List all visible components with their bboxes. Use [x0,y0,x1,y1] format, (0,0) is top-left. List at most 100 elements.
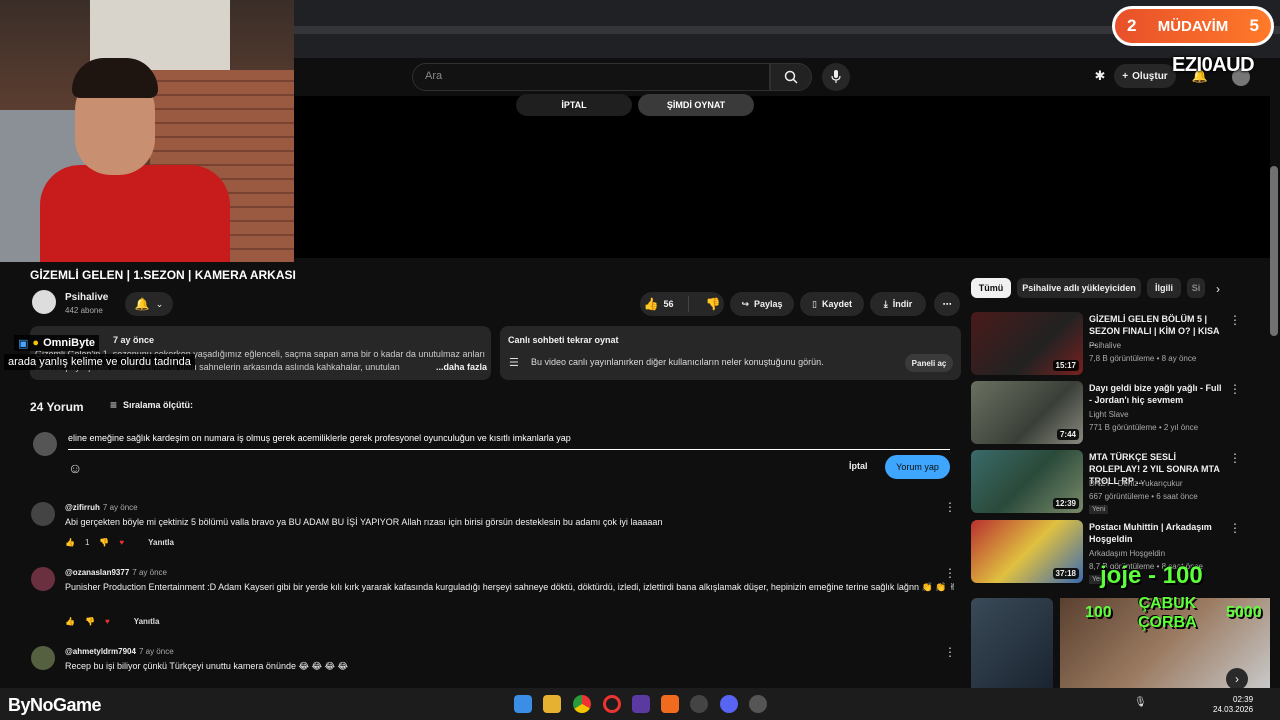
streamer-tag: EZI0AUD [1172,54,1255,76]
search-input[interactable]: Ara [412,63,770,91]
sort-button[interactable]: ≡ Sıralama ölçütü: [110,398,193,412]
more-vertical-icon[interactable]: ⋮ [1229,382,1241,396]
suggested-channel[interactable]: Arkadaşım Hoşgeldin [1089,549,1165,558]
thumbs-down-icon[interactable]: 👎 [99,538,109,547]
more-vertical-icon[interactable]: ⋮ [1229,451,1241,465]
create-label: Oluştur [1132,70,1168,82]
mudavim-left-count: 2 [1127,16,1137,35]
bookmark-icon: ▯ [812,298,817,309]
suggested-thumbnail[interactable]: 7:44 [971,381,1083,444]
channel-avatar[interactable] [32,290,56,314]
suggested-thumbnail[interactable]: 12:39 [971,450,1083,513]
new-badge: Yeni [1089,505,1109,514]
chevron-right-icon[interactable]: › [1216,282,1220,296]
suggested-meta: 771 B görüntüleme • 2 yıl önce [1089,423,1199,432]
search-button[interactable] [770,63,812,91]
thumbs-down-icon[interactable]: 👎 [706,297,721,311]
emoji-icon[interactable]: ☺ [68,460,82,476]
reply-button[interactable]: Yanıtla [134,617,160,626]
suggested-channel[interactable]: Light Slave [1089,410,1129,419]
comment-more-icon[interactable]: ⋮ [944,566,956,580]
comment-text: Punisher Production Entertainment :D Ada… [65,582,957,592]
autoplay-cancel-button[interactable]: İPTAL [516,94,632,116]
chip-related[interactable]: İlgili [1147,278,1181,298]
comment-more-icon[interactable]: ⋮ [944,500,956,514]
webcam-overlay [0,0,294,262]
thumbs-up-icon[interactable]: 👍 [65,617,75,626]
shorts-icon[interactable]: ✱ [1090,66,1110,86]
suggested-channel[interactable]: DNZY - Deniz Yukarıçukur [1089,479,1183,488]
file-explorer-icon[interactable] [543,695,561,713]
comment-author[interactable]: @ozanaslan9377 7 ay önce [65,568,167,577]
autoplay-play-now-button[interactable]: ŞİMDİ OYNAT [638,94,754,116]
like-count: 56 [663,299,674,309]
share-button[interactable]: ↪ Paylaş [730,292,794,316]
my-avatar [33,432,57,456]
comment-actions: 👍 1 👎 ♥ Yanıtla [65,538,174,547]
comment-text: Recep bu işi biliyor çünkü Türkçeyi unut… [65,661,349,671]
sort-icon: ≡ [110,398,118,412]
search-icon [784,70,798,84]
obs-icon[interactable] [749,695,767,713]
comment-more-icon[interactable]: ⋮ [944,645,956,659]
thumbs-up-icon[interactable]: 👍 [65,538,75,547]
save-label: Kaydet [821,299,852,309]
chatgpt-icon[interactable] [690,695,708,713]
chip-all[interactable]: Tümü [971,278,1011,298]
opera-icon[interactable] [603,695,621,713]
open-panel-button[interactable]: Paneli aç [905,354,953,372]
bell-icon: 🔔 [134,297,150,311]
windows-start-icon[interactable] [514,695,532,713]
subscribe-bell-button[interactable]: 🔔 ⌄ [125,292,173,316]
chip-from-uploader[interactable]: Psihalive adlı yükleyiciden [1017,278,1141,298]
brave-icon[interactable] [661,695,679,713]
share-icon: ↪ [741,298,749,309]
suggested-meta: 667 görüntüleme • 6 saat önce [1089,492,1198,501]
like-divider [688,296,689,312]
description-more-link[interactable]: ...daha fazla [432,362,488,372]
description-date: 7 ay önce [113,335,155,345]
system-clock[interactable]: 02:39 24.03.2026 [1213,695,1253,715]
like-button[interactable]: 👍 56 👎 [640,292,724,316]
page-scrollbar[interactable] [1270,166,1278,336]
app-icon[interactable] [632,695,650,713]
comment-cancel-button[interactable]: İptal [849,461,868,471]
suggested-title[interactable]: Dayı geldi bize yağlı yağlı - Full - Jor… [1089,382,1224,406]
chrome-icon[interactable] [573,695,591,713]
suggested-thumbnail[interactable]: 37:18 [971,520,1083,583]
comment-input[interactable]: eline emeğine sağlık kardeşim on numara … [68,432,950,450]
mic-icon [831,70,841,83]
comment-author[interactable]: @ahmetyldrm7904 7 ay önce [65,647,174,656]
suggested-thumbnail[interactable]: 15:17 [971,312,1083,375]
thumbs-down-icon[interactable]: 👎 [85,617,95,626]
more-vertical-icon[interactable]: ⋮ [1229,313,1241,327]
live-chat-text: Bu video canlı yayınlanırken diğer kulla… [531,357,824,367]
comment-author[interactable]: @zifirruh 7 ay önce [65,503,138,512]
download-icon: ⤓ [883,298,888,309]
voice-search-button[interactable] [822,63,850,91]
discord-icon[interactable] [720,695,738,713]
chat-icon: ☰ [509,357,519,369]
comment-post-button[interactable]: Yorum yap [885,455,950,479]
suggested-thumbnail[interactable] [971,598,1053,688]
chevron-down-icon: ⌄ [155,298,164,309]
chevron-right-icon[interactable]: › [1226,668,1248,690]
search-placeholder: Ara [425,70,443,82]
more-vertical-icon[interactable]: ⋮ [1229,521,1241,535]
suggested-title[interactable]: Postacı Muhittin | Arkadaşım Hoşgeldin [1089,521,1224,545]
badge-icon: ● [32,337,40,349]
save-button[interactable]: ▯ Kaydet [800,292,864,316]
reward-right-count: 5000 [1226,604,1262,621]
create-button[interactable]: + Oluştur [1114,64,1176,88]
download-button[interactable]: ⤓ İndir [870,292,926,316]
mic-tray-icon[interactable]: 🎙 [1134,697,1147,708]
reply-button[interactable]: Yanıtla [148,538,174,547]
more-actions-button[interactable]: ⋯ [934,292,960,316]
comment-avatar[interactable] [31,502,55,526]
channel-name[interactable]: Psihalive [65,292,108,303]
chip-more[interactable]: Si [1187,278,1205,298]
suggested-channel[interactable]: Psihalive [1089,341,1121,350]
comment-avatar[interactable] [31,646,55,670]
creator-heart-icon: ♥ [104,617,110,626]
comment-avatar[interactable] [31,567,55,591]
